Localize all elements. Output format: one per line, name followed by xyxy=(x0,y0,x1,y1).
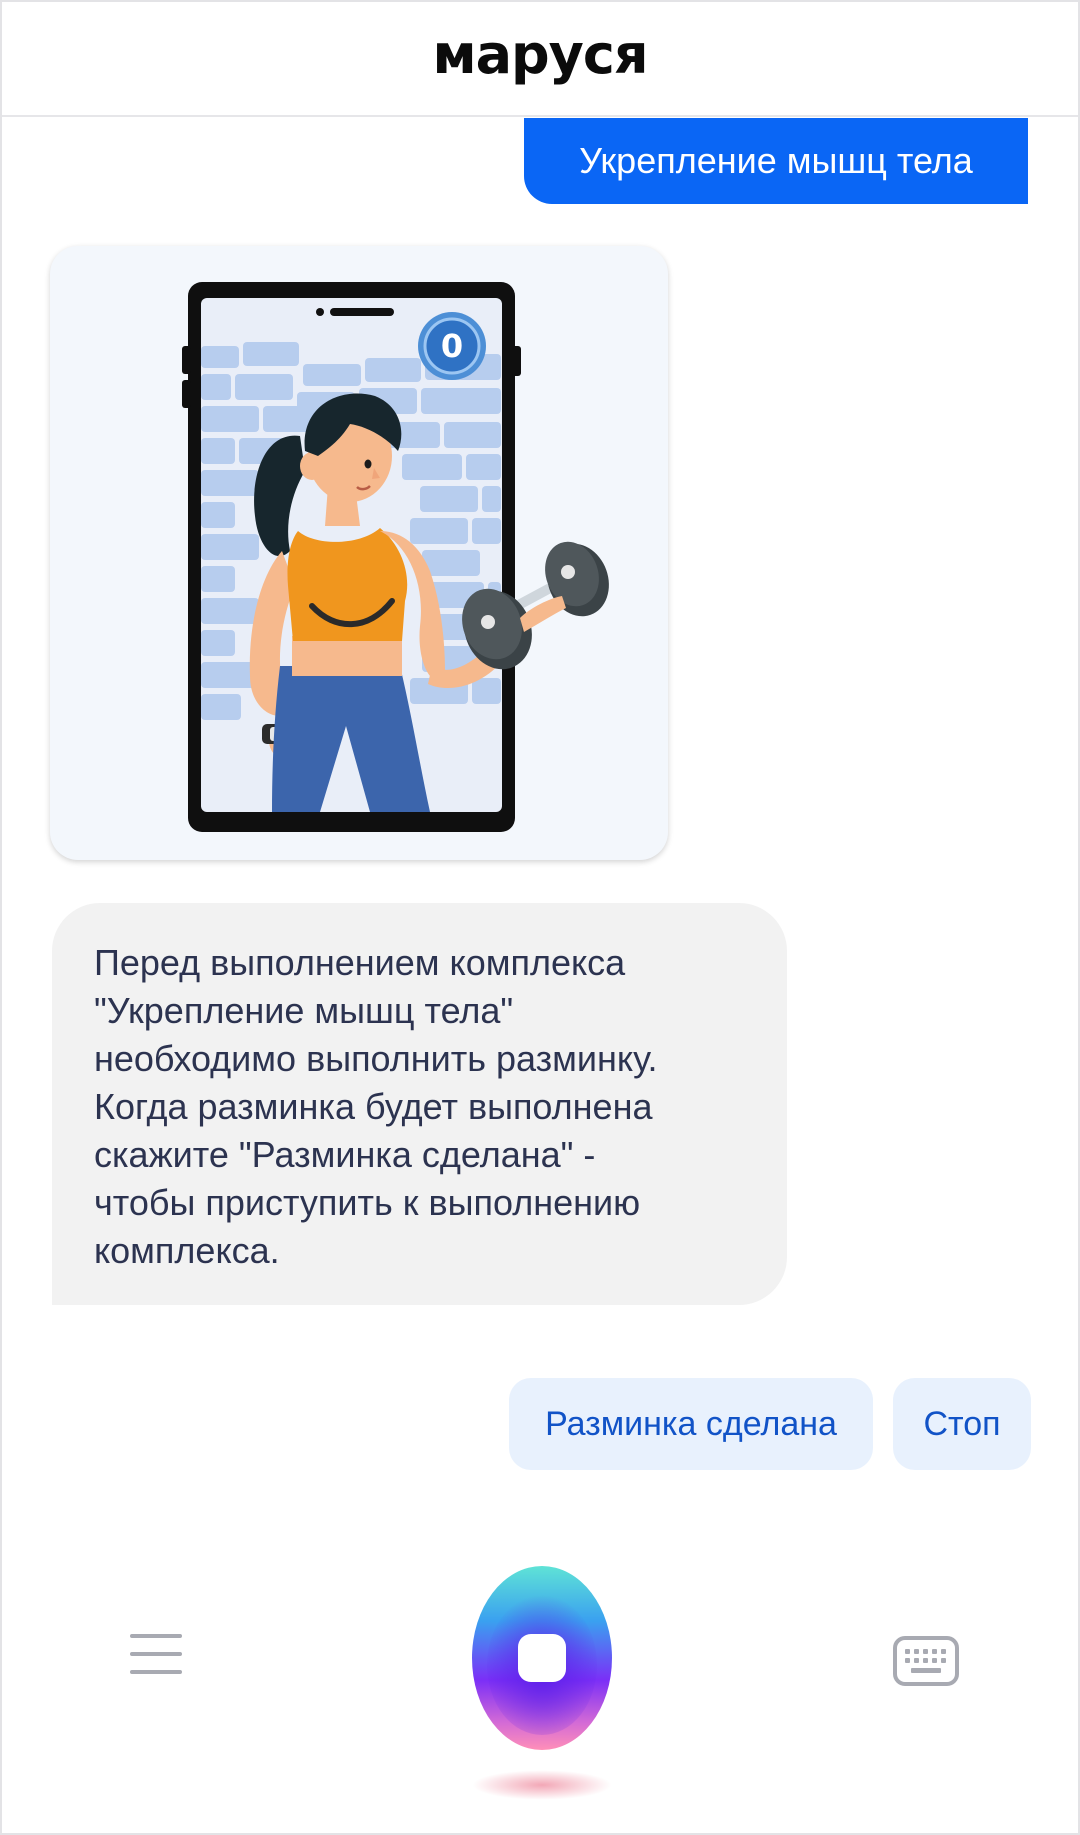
app-logo: маруся xyxy=(432,23,648,86)
bot-message-line: Когда разминка будет выполнена xyxy=(94,1086,653,1127)
counter-badge: 0 xyxy=(441,327,463,365)
bot-message-line: Перед выполнением комплекса xyxy=(94,942,626,983)
menu-icon[interactable] xyxy=(130,1634,182,1674)
suggestion-warmup-done-button[interactable]: Разминка сделана xyxy=(509,1378,873,1470)
fitness-woman-illustration: 0 xyxy=(182,282,609,832)
bot-message-line: "Укрепление мышц тела" xyxy=(94,990,514,1031)
app-window: маруся Укрепление мышц тела 0 Перед выпо… xyxy=(0,0,1080,1835)
bot-message-line: скажите "Разминка сделана" - xyxy=(94,1134,596,1175)
bot-message-line: необходимо выполнить разминку. xyxy=(94,1038,658,1079)
bot-message-line: чтобы приступить к выполнению xyxy=(94,1182,641,1223)
bot-message-line: комплекса. xyxy=(94,1230,280,1271)
orb-shadow xyxy=(472,1770,612,1800)
workout-illustration-card: 0 xyxy=(50,246,668,860)
bot-message-bubble: Перед выполнением комплекса "Укрепление … xyxy=(52,903,787,1305)
user-message-bubble: Укрепление мышц тела xyxy=(524,118,1028,204)
header: маруся xyxy=(2,2,1078,117)
keyboard-icon[interactable] xyxy=(893,1636,959,1686)
voice-assistant-orb-icon[interactable] xyxy=(470,1565,614,1751)
suggestion-stop-button[interactable]: Стоп xyxy=(893,1378,1031,1470)
